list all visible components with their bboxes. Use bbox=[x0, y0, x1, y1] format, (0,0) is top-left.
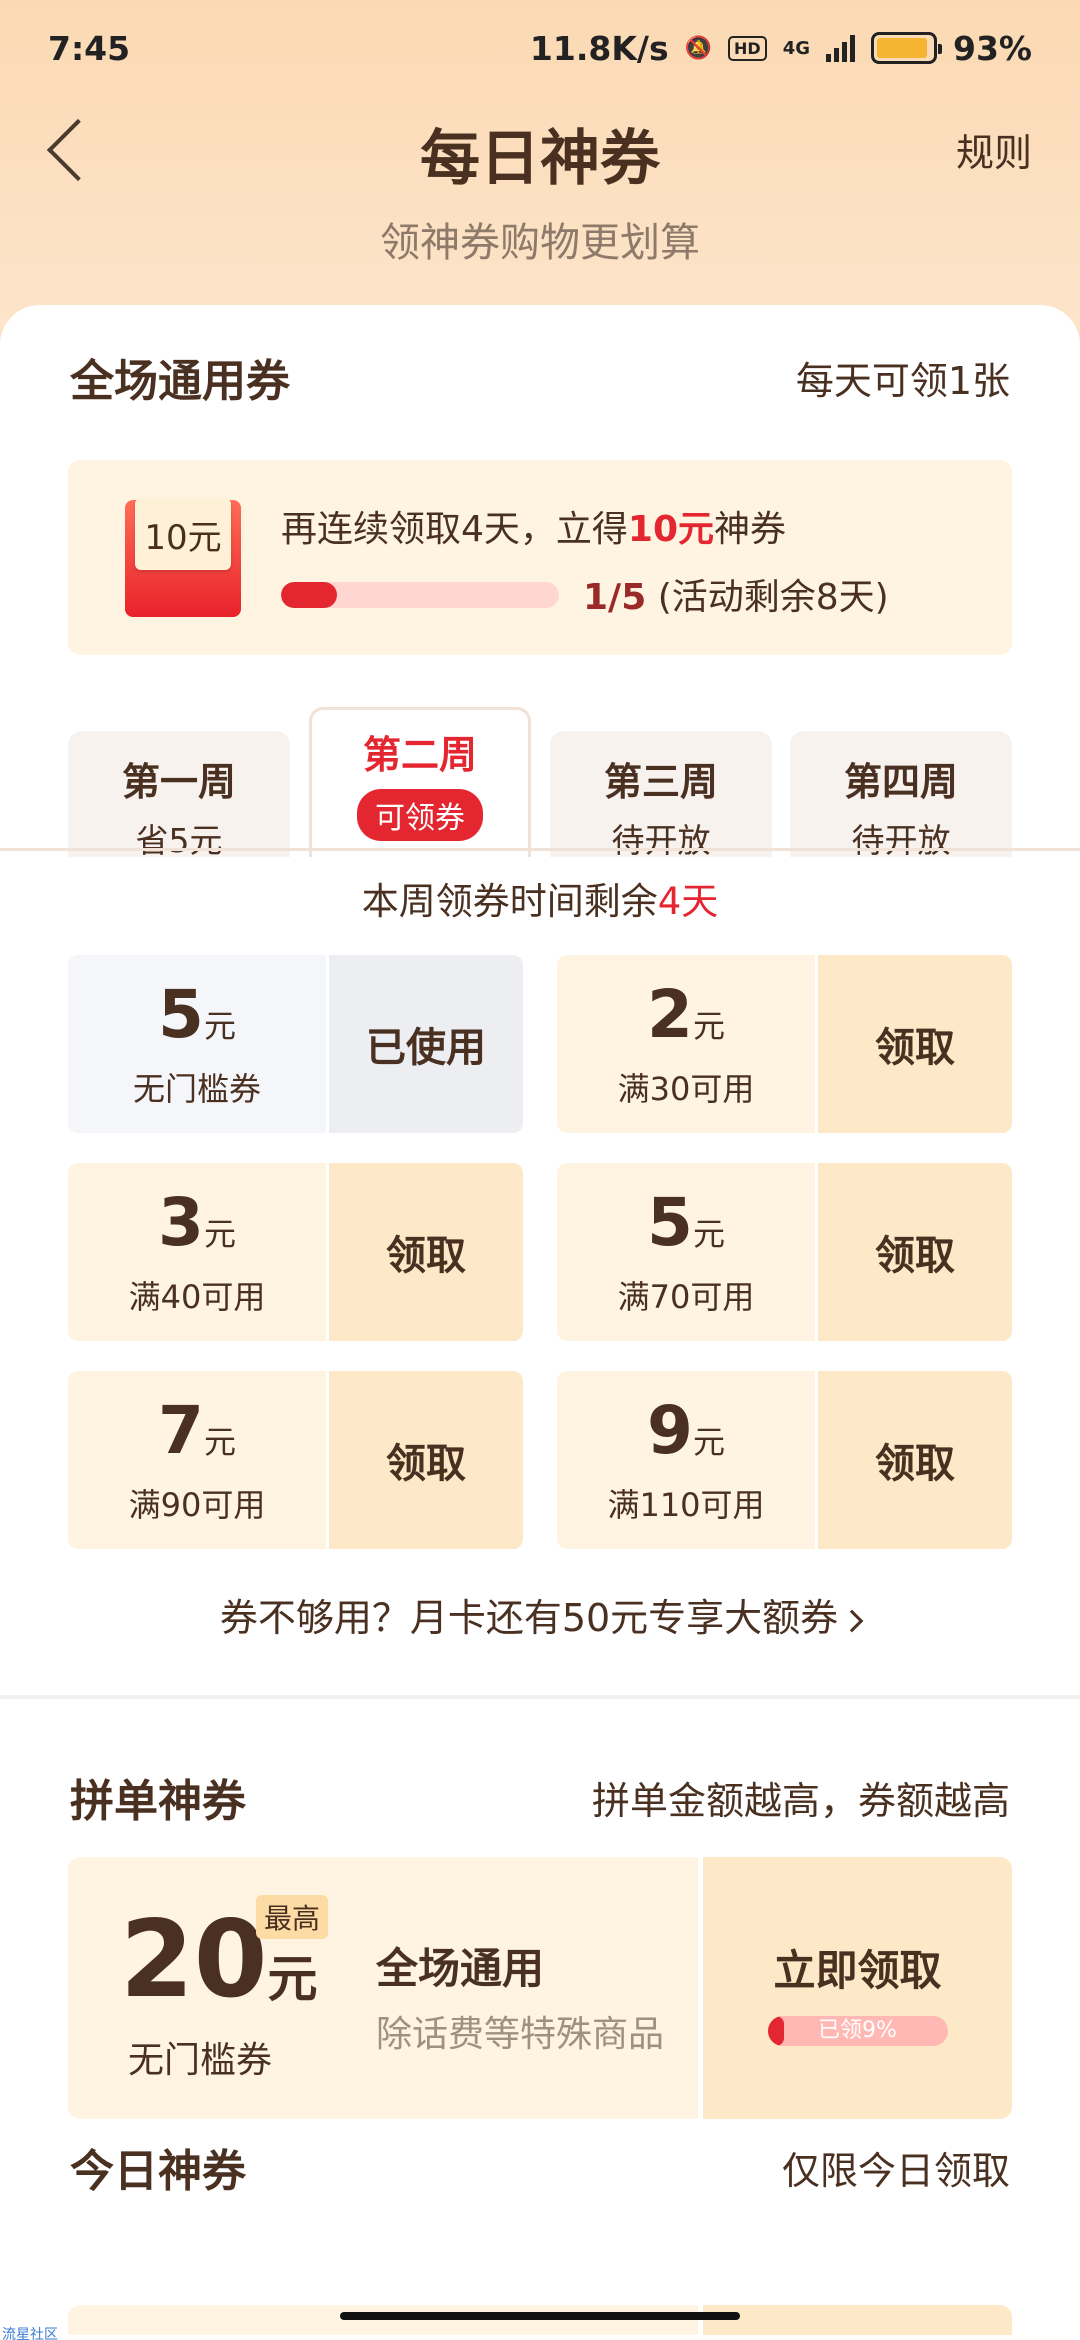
coupon-claim-button[interactable]: 领取 bbox=[818, 1371, 1012, 1549]
group-coupon-info: 20元 最高 无门槛券 全场通用 除话费等特殊商品 bbox=[68, 1857, 698, 2119]
status-time: 7:45 bbox=[48, 28, 131, 68]
claim-now-label: 立即领取 bbox=[773, 1946, 942, 1995]
signal-icon bbox=[826, 34, 855, 62]
red-envelope-icon: 10元 bbox=[125, 498, 241, 617]
section-note: 每天可领1张 bbox=[795, 358, 1010, 403]
envelope-value: 10元 bbox=[135, 498, 231, 570]
watermark: 流星社区 bbox=[2, 2327, 58, 2340]
status-bar: 7:45 11.8K/s 🔕 HD 4G 93% bbox=[0, 0, 1080, 96]
coupon-card: 5元 无门槛券 已使用 bbox=[68, 955, 523, 1133]
tabs-divider bbox=[0, 848, 1080, 851]
tab-week-3[interactable]: 第三周 待开放 bbox=[550, 731, 772, 860]
max-badge: 最高 bbox=[256, 1895, 329, 1939]
week-remaining-text: 本周领券时间剩余4天 bbox=[361, 880, 719, 923]
week-tabs: 第一周 省5元 第二周 可领券 第三周 待开放 第四周 待开放 bbox=[68, 707, 1012, 860]
coupon-claim-button[interactable]: 领取 bbox=[329, 1371, 523, 1549]
claimed-progress-bar: 已领9% bbox=[767, 2016, 948, 2046]
no-threshold-label: 无门槛券 bbox=[128, 2040, 273, 2081]
coupon-card: 2元 满30可用 领取 bbox=[557, 955, 1012, 1133]
coupon-card: 3元 满40可用 领取 bbox=[68, 1163, 523, 1341]
coupon-card: 7元 满90可用 领取 bbox=[68, 1371, 523, 1549]
coupon-claim-button[interactable]: 领取 bbox=[818, 1163, 1012, 1341]
coupon-card: 9元 满110可用 领取 bbox=[557, 1371, 1012, 1549]
home-indicator[interactable] bbox=[340, 2312, 740, 2320]
claimed-progress-text: 已领9% bbox=[818, 2018, 897, 2043]
chevron-right-icon bbox=[840, 1609, 864, 1632]
coupon-card: 5元 满70可用 领取 bbox=[557, 1163, 1012, 1341]
streak-progress-bar bbox=[281, 582, 559, 608]
rules-link[interactable]: 规则 bbox=[956, 122, 1032, 177]
bell-muted-icon: 🔕 bbox=[684, 35, 713, 61]
coupon-claim-button[interactable]: 领取 bbox=[818, 955, 1012, 1133]
tab-week-2[interactable]: 第二周 可领券 bbox=[309, 707, 531, 857]
group-section-header: 拼单神券 拼单金额越高，券额越高 bbox=[70, 1765, 1010, 1829]
coupon-info: 5元 满70可用 bbox=[557, 1163, 815, 1341]
coupon-info: 3元 满40可用 bbox=[68, 1163, 326, 1341]
battery-percent: 93% bbox=[953, 28, 1032, 68]
network-speed: 11.8K/s bbox=[529, 28, 669, 68]
page-title: 每日神券 bbox=[420, 124, 660, 194]
general-section-header: 全场通用券 每天可领1张 bbox=[70, 345, 1010, 409]
coupon-info: 5元 无门槛券 bbox=[68, 955, 326, 1133]
today-coupon-card-peek bbox=[68, 2305, 1012, 2335]
streak-text: 再连续领取4天，立得10元神券 bbox=[281, 509, 787, 550]
main-card: 全场通用券 每天可领1张 10元 再连续领取4天，立得10元神券 1/5 (活动… bbox=[0, 305, 1080, 2340]
hd-icon: HD bbox=[728, 35, 767, 61]
section-note: 仅限今日领取 bbox=[781, 2148, 1010, 2193]
section-divider bbox=[0, 1695, 1080, 1699]
page-subtitle: 领神券购物更划算 bbox=[380, 220, 700, 266]
status-indicators: 11.8K/s 🔕 HD 4G 93% bbox=[530, 29, 1032, 68]
streak-count: 1/5 (活动剩余8天) bbox=[583, 577, 889, 618]
streak-progress-fill bbox=[281, 582, 337, 608]
tab-week-1[interactable]: 第一周 省5元 bbox=[68, 731, 290, 860]
today-section-header: 今日神券 仅限今日领取 bbox=[70, 2135, 1010, 2199]
section-title: 全场通用券 bbox=[70, 356, 290, 407]
coupon-info: 7元 满90可用 bbox=[68, 1371, 326, 1549]
streak-progress-box: 10元 再连续领取4天，立得10元神券 1/5 (活动剩余8天) bbox=[68, 460, 1012, 655]
section-title: 今日神券 bbox=[70, 2146, 246, 2197]
group-coupon-card: 20元 最高 无门槛券 全场通用 除话费等特殊商品 立即领取 已领9% bbox=[68, 1857, 1012, 2119]
coupon-info: 2元 满30可用 bbox=[557, 955, 815, 1133]
section-note: 拼单金额越高，券额越高 bbox=[591, 1778, 1010, 1823]
network-type: 4G bbox=[782, 37, 810, 59]
battery-icon bbox=[871, 32, 942, 64]
monthly-card-link[interactable]: 券不够用？月卡还有50元专享大额券 bbox=[0, 1587, 1080, 1642]
section-title: 拼单神券 bbox=[70, 1776, 246, 1827]
claimable-badge: 可领券 bbox=[357, 789, 483, 841]
coupon-used-label: 已使用 bbox=[329, 955, 523, 1133]
coupon-info: 9元 满110可用 bbox=[557, 1371, 815, 1549]
coupon-exclusion: 除话费等特殊商品 bbox=[376, 2014, 665, 2055]
coupon-scope: 全场通用 bbox=[376, 1944, 545, 1993]
claimed-progress-fill bbox=[767, 2016, 784, 2046]
tab-week-4[interactable]: 第四周 待开放 bbox=[790, 731, 1012, 860]
claim-now-button[interactable]: 立即领取 已领9% bbox=[703, 1857, 1012, 2119]
coupon-claim-button[interactable]: 领取 bbox=[329, 1163, 523, 1341]
